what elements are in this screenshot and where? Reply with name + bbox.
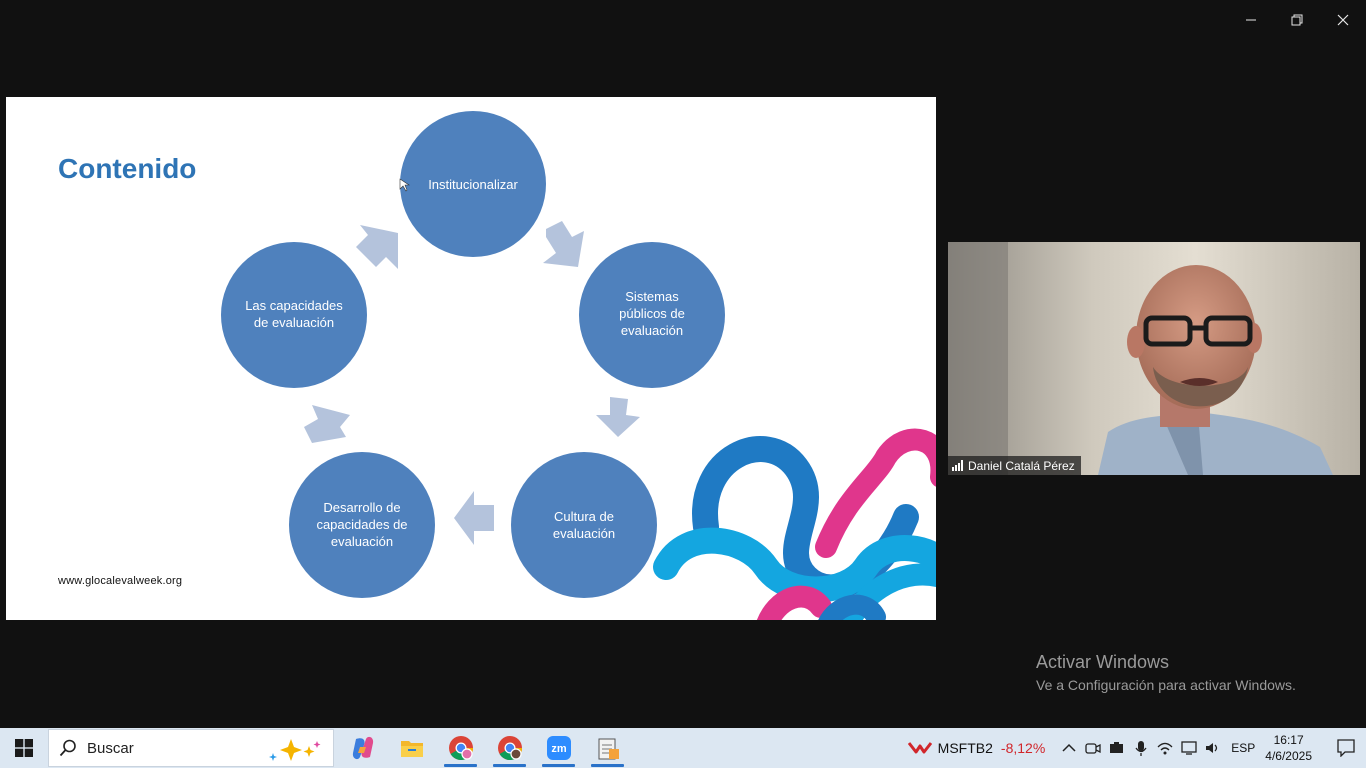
taskbar-app-zoom[interactable]: zm xyxy=(534,728,583,768)
tray-network[interactable] xyxy=(1153,728,1177,768)
activation-watermark: Activar Windows Ve a Configuración para … xyxy=(1036,652,1296,693)
shared-slide: Contenido Institucionalizar Sistemas púb… xyxy=(6,97,936,620)
cycle-node-label: Desarrollo de xyxy=(323,500,400,515)
cycle-node-institucionalizar: Institucionalizar xyxy=(400,111,546,257)
participant-name-tag: Daniel Catalá Pérez xyxy=(948,456,1081,475)
network-status-icon xyxy=(1181,741,1197,755)
cycle-node-label: Cultura de xyxy=(554,509,614,524)
windows-logo-icon xyxy=(15,739,33,757)
battery-icon xyxy=(1110,742,1124,753)
speaker-icon xyxy=(1206,743,1218,753)
signal-strength-icon xyxy=(952,460,963,471)
cycle-node-label: públicos de xyxy=(619,306,685,321)
close-icon xyxy=(1337,14,1349,26)
cycle-arrow-5 xyxy=(356,225,398,269)
cycle-arrow-1 xyxy=(543,221,584,267)
stock-change: -8,12% xyxy=(1000,740,1046,756)
camera-icon xyxy=(1085,743,1101,754)
cycle-node-desarrollo: Desarrollo de capacidades de evaluación xyxy=(289,452,435,598)
stock-trend-icon xyxy=(907,742,932,754)
slide-url: www.glocalevalweek.org xyxy=(58,575,183,587)
copilot-sparkle-icon xyxy=(269,739,321,761)
notepad-icon xyxy=(598,738,619,760)
cycle-node-label: evaluación xyxy=(621,323,683,338)
tray-microphone[interactable] xyxy=(1129,728,1153,768)
chevron-up-icon xyxy=(1062,743,1076,752)
taskbar-app-file-explorer[interactable] xyxy=(387,728,436,768)
cycle-arrow-4 xyxy=(304,405,350,443)
cycle-node-label: evaluación xyxy=(553,526,615,541)
clock-date: 4/6/2025 xyxy=(1265,749,1312,763)
chrome-icon xyxy=(448,736,473,761)
taskbar-app-chrome-profile[interactable] xyxy=(485,728,534,768)
file-explorer-icon xyxy=(400,741,423,757)
taskbar-app-copilot[interactable] xyxy=(338,728,387,768)
participant-video-frame xyxy=(948,242,1360,475)
taskbar-search-box[interactable]: Buscar xyxy=(48,729,334,767)
activation-title: Activar Windows xyxy=(1036,652,1170,672)
notification-center-button[interactable] xyxy=(1326,728,1366,768)
tray-battery-icon[interactable] xyxy=(1105,728,1129,768)
svg-text:zm: zm xyxy=(551,743,567,755)
participant-name: Daniel Catalá Pérez xyxy=(968,458,1075,473)
search-icon xyxy=(59,739,76,757)
stock-ticker: MSFTB2 xyxy=(937,740,993,756)
participant-video[interactable] xyxy=(948,242,1360,475)
restore-button[interactable] xyxy=(1274,4,1320,36)
cycle-arrow-3 xyxy=(454,491,494,545)
cycle-node-label: evaluación xyxy=(331,534,393,549)
copilot-icon xyxy=(352,736,373,760)
taskbar-clock[interactable]: 16:17 4/6/2025 xyxy=(1265,732,1312,764)
cycle-node-label: de evaluación xyxy=(254,315,334,330)
tray-meet-icon[interactable] xyxy=(1081,728,1105,768)
show-hidden-icons-button[interactable] xyxy=(1057,728,1081,768)
chrome-profile-icon xyxy=(497,736,522,761)
cycle-node-sistemas-publicos: Sistemas públicos de evaluación xyxy=(579,242,725,388)
close-button[interactable] xyxy=(1320,4,1366,36)
notification-icon xyxy=(1337,739,1355,757)
taskbar: Buscar zm MSFTB2 -8,12% ESP 16:17 4/6/20… xyxy=(0,728,1366,768)
start-button[interactable] xyxy=(0,728,48,768)
search-placeholder: Buscar xyxy=(87,739,134,757)
tray-network-status[interactable] xyxy=(1177,728,1201,768)
cycle-node-capacidades: Las capacidades de evaluación xyxy=(221,242,367,388)
restore-icon xyxy=(1291,14,1303,26)
zoom-icon: zm xyxy=(546,736,571,760)
stock-widget[interactable]: MSFTB2 -8,12% xyxy=(907,740,1046,756)
cycle-node-label: Institucionalizar xyxy=(428,177,518,192)
minimize-icon xyxy=(1246,19,1256,21)
taskbar-app-notepad[interactable] xyxy=(583,728,632,768)
tray-volume[interactable] xyxy=(1201,728,1225,768)
desktop: Contenido Institucionalizar Sistemas púb… xyxy=(0,0,1366,768)
decorative-ribbons xyxy=(653,428,936,620)
taskbar-app-chrome[interactable] xyxy=(436,728,485,768)
cycle-node-cultura: Cultura de evaluación xyxy=(511,452,657,598)
minimize-button[interactable] xyxy=(1228,4,1274,36)
cycle-node-label: Las capacidades xyxy=(245,298,343,313)
cycle-arrow-2 xyxy=(596,397,640,437)
activation-subtitle: Ve a Configuración para activar Windows. xyxy=(1036,677,1296,693)
cycle-diagram: Institucionalizar Sistemas públicos de e… xyxy=(221,111,936,620)
microphone-icon xyxy=(1135,741,1147,756)
system-tray: MSFTB2 -8,12% ESP 16:17 4/6/2025 xyxy=(907,728,1366,768)
cycle-node-label: capacidades de xyxy=(316,517,407,532)
clock-time: 16:17 xyxy=(1273,733,1304,747)
input-language[interactable]: ESP xyxy=(1231,741,1255,755)
cycle-node-label: Sistemas xyxy=(625,289,679,304)
wifi-icon xyxy=(1157,742,1173,755)
